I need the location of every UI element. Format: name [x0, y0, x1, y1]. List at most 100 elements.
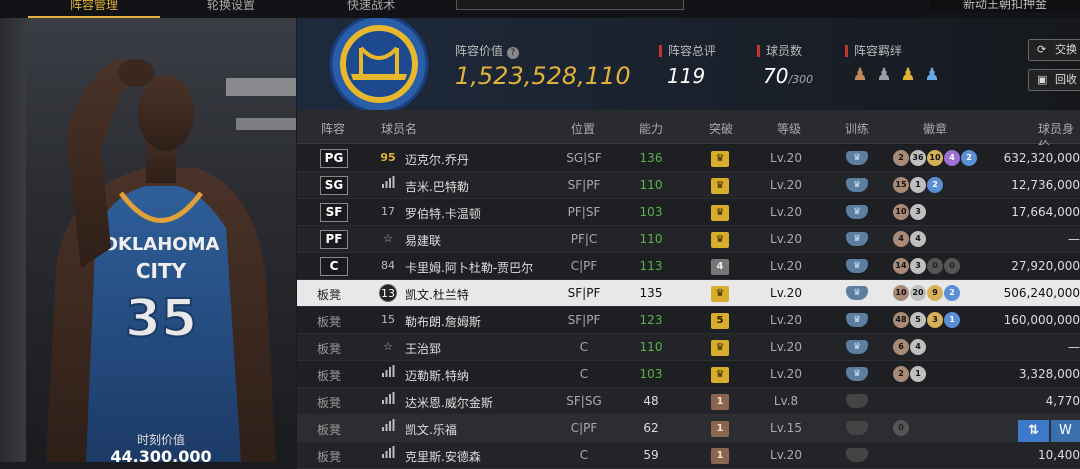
badge-dark[interactable]: 0 — [893, 420, 909, 436]
badge-blue[interactable]: 2 — [927, 177, 943, 193]
badge-blue[interactable]: 2 — [944, 285, 960, 301]
crown-icon[interactable]: ♛ — [711, 286, 729, 302]
help-icon[interactable]: ? — [506, 47, 519, 59]
badge-dark[interactable]: 0 — [927, 258, 943, 274]
table-row[interactable]: C 84 卡里姆.阿卜杜勒-贾巴尔 C|PF 113 4 Lv.20 ♛ 14 3 0 0 27,920… — [297, 253, 1080, 280]
synergy-icons[interactable]: ♟ ♟ ♟ ♟ — [850, 65, 942, 87]
badge-silver[interactable]: 1 — [910, 177, 926, 193]
top-search-field[interactable] — [456, 0, 684, 10]
col-level[interactable]: 等级 — [777, 120, 801, 137]
col-name[interactable]: 球员名 — [381, 120, 417, 137]
table-row[interactable]: SG 吉米.巴特勒 SF|PF 110 ♛ Lv.20 ♛ 15 1 2 12,736,000 — [297, 172, 1080, 199]
player-name[interactable]: 凯文.乐福 — [405, 421, 457, 438]
tab-quick-tactics[interactable]: 快速战术 — [316, 0, 426, 18]
player-name[interactable]: 凯文.杜兰特 — [405, 286, 469, 303]
breakthrough-badge[interactable]: 1 — [711, 421, 729, 437]
player-name[interactable]: 勒布朗.詹姆斯 — [405, 313, 481, 330]
col-slot[interactable]: 阵容 — [321, 120, 345, 137]
badge-bronze[interactable]: 15 — [893, 177, 909, 193]
player-name[interactable]: 达米恩.威尔金斯 — [405, 394, 493, 411]
table-row[interactable]: PG 95 迈克尔.乔丹 SG|SF 136 ♛ Lv.20 ♛ 2 36 10 4 2 632,320,… — [297, 145, 1080, 172]
crown-icon[interactable]: ♛ — [711, 367, 729, 383]
training-shield-icon[interactable]: ♛ — [846, 286, 868, 300]
table-row[interactable]: SF 17 罗伯特.卡温顿 PF|SF 103 ♛ Lv.20 ♛ 10 3 17,664,000 — [297, 199, 1080, 226]
table-row[interactable]: 板凳 13 凯文.杜兰特 SF|PF 135 ♛ Lv.20 ♛ 10 20 9 2 506,240,0… — [297, 280, 1080, 307]
badge-bronze[interactable]: 10 — [893, 204, 909, 220]
synergy-silver-icon[interactable]: ♟ — [874, 65, 894, 85]
col-breakthrough[interactable]: 突破 — [709, 120, 733, 137]
badge-dark[interactable]: 0 — [944, 258, 960, 274]
player-name[interactable]: 卡里姆.阿卜杜勒-贾巴尔 — [405, 259, 533, 276]
crown-icon[interactable]: ♛ — [711, 178, 729, 194]
table-row[interactable]: 板凳 克里斯.安德森 C 59 1 Lv.20 10,400 — [297, 442, 1080, 469]
badge-silver[interactable]: 3 — [910, 258, 926, 274]
col-training[interactable]: 训练 — [845, 120, 869, 137]
table-row[interactable]: 板凳 ☆ 王治郅 C 110 ♛ Lv.20 ♛ 6 4 — — [297, 334, 1080, 361]
player-name[interactable]: 易建联 — [405, 232, 441, 249]
tab-rotation-settings[interactable]: 轮换设置 — [176, 0, 286, 18]
badge-blue[interactable]: 1 — [944, 312, 960, 328]
crown-icon[interactable]: ♛ — [711, 232, 729, 248]
top-right-button[interactable]: 新动王朝扣押金 — [930, 0, 1080, 12]
col-badges[interactable]: 徽章 — [923, 120, 947, 137]
player-name[interactable]: 吉米.巴特勒 — [405, 178, 469, 195]
training-shield-icon[interactable] — [846, 394, 868, 408]
badge-bronze[interactable]: 10 — [893, 285, 909, 301]
training-shield-icon[interactable]: ♛ — [846, 340, 868, 354]
badge-bronze[interactable]: 6 — [893, 339, 909, 355]
swap-arrows-button[interactable]: ⇅ — [1018, 420, 1049, 442]
col-position[interactable]: 位置 — [571, 120, 595, 137]
badge-silver[interactable]: 1 — [910, 366, 926, 382]
training-shield-icon[interactable]: ♛ — [846, 205, 868, 219]
table-row[interactable]: 板凳 迈勒斯.特纳 C 103 ♛ Lv.20 ♛ 2 1 3,328,000 — [297, 361, 1080, 388]
crown-icon[interactable]: ♛ — [711, 340, 729, 356]
table-row[interactable]: 板凳 凯文.乐福 C|PF 62 1 Lv.15 0 — [297, 415, 1080, 442]
training-shield-icon[interactable]: ♛ — [846, 259, 868, 273]
crown-icon[interactable]: ♛ — [711, 205, 729, 221]
breakthrough-badge[interactable]: 5 — [711, 313, 729, 329]
training-shield-icon[interactable]: ♛ — [846, 313, 868, 327]
player-name[interactable]: 迈勒斯.特纳 — [405, 367, 469, 384]
training-shield-icon[interactable]: ♛ — [846, 178, 868, 192]
badge-bronze[interactable]: 14 — [893, 258, 909, 274]
crown-icon[interactable]: ♛ — [711, 151, 729, 167]
col-rating[interactable]: 能力 — [639, 120, 663, 137]
badge-bronze[interactable]: 48 — [893, 312, 909, 328]
badge-purple[interactable]: 4 — [944, 150, 960, 166]
tab-lineup-management[interactable]: 阵容管理 — [28, 0, 160, 18]
player-name[interactable]: 克里斯.安德森 — [405, 448, 481, 465]
badge-silver[interactable]: 20 — [910, 285, 926, 301]
table-row[interactable]: 板凳 15 勒布朗.詹姆斯 SF|PF 123 5 Lv.20 ♛ 48 5 3 1 160,000,0… — [297, 307, 1080, 334]
player-value: 506,240,000 — [1003, 286, 1080, 300]
training-shield-icon[interactable] — [846, 448, 868, 462]
swap-button[interactable]: ⟳ 交换 — [1028, 39, 1080, 61]
training-shield-icon[interactable]: ♛ — [846, 232, 868, 246]
badge-silver[interactable]: 3 — [910, 204, 926, 220]
badge-gold[interactable]: 3 — [927, 312, 943, 328]
badge-blue[interactable]: 2 — [961, 150, 977, 166]
synergy-bronze-icon[interactable]: ♟ — [850, 65, 870, 85]
breakthrough-badge[interactable]: 4 — [711, 259, 729, 275]
player-name[interactable]: 罗伯特.卡温顿 — [405, 205, 481, 222]
badge-bronze[interactable]: 2 — [893, 150, 909, 166]
training-shield-icon[interactable] — [846, 421, 868, 435]
table-row[interactable]: PF ☆ 易建联 PF|C 110 ♛ Lv.20 ♛ 4 4 — — [297, 226, 1080, 253]
breakthrough-badge[interactable]: 1 — [711, 394, 729, 410]
synergy-blue-icon[interactable]: ♟ — [922, 65, 942, 85]
badge-gold[interactable]: 9 — [927, 285, 943, 301]
table-row[interactable]: 板凳 达米恩.威尔金斯 SF|SG 48 1 Lv.8 4,770 — [297, 388, 1080, 415]
badge-bronze[interactable]: 4 — [893, 231, 909, 247]
badge-gold[interactable]: 10 — [927, 150, 943, 166]
badge-silver[interactable]: 36 — [910, 150, 926, 166]
training-shield-icon[interactable]: ♛ — [846, 367, 868, 381]
w-button[interactable]: W — [1050, 420, 1080, 442]
player-name[interactable]: 迈克尔.乔丹 — [405, 151, 469, 168]
badge-silver[interactable]: 5 — [910, 312, 926, 328]
badge-silver[interactable]: 4 — [910, 339, 926, 355]
training-shield-icon[interactable]: ♛ — [846, 151, 868, 165]
recycle-button[interactable]: ▣ 回收 — [1028, 69, 1080, 91]
badge-bronze[interactable]: 2 — [893, 366, 909, 382]
badge-silver[interactable]: 4 — [910, 231, 926, 247]
player-name[interactable]: 王治郅 — [405, 340, 441, 357]
synergy-gold-icon[interactable]: ♟ — [898, 65, 918, 85]
